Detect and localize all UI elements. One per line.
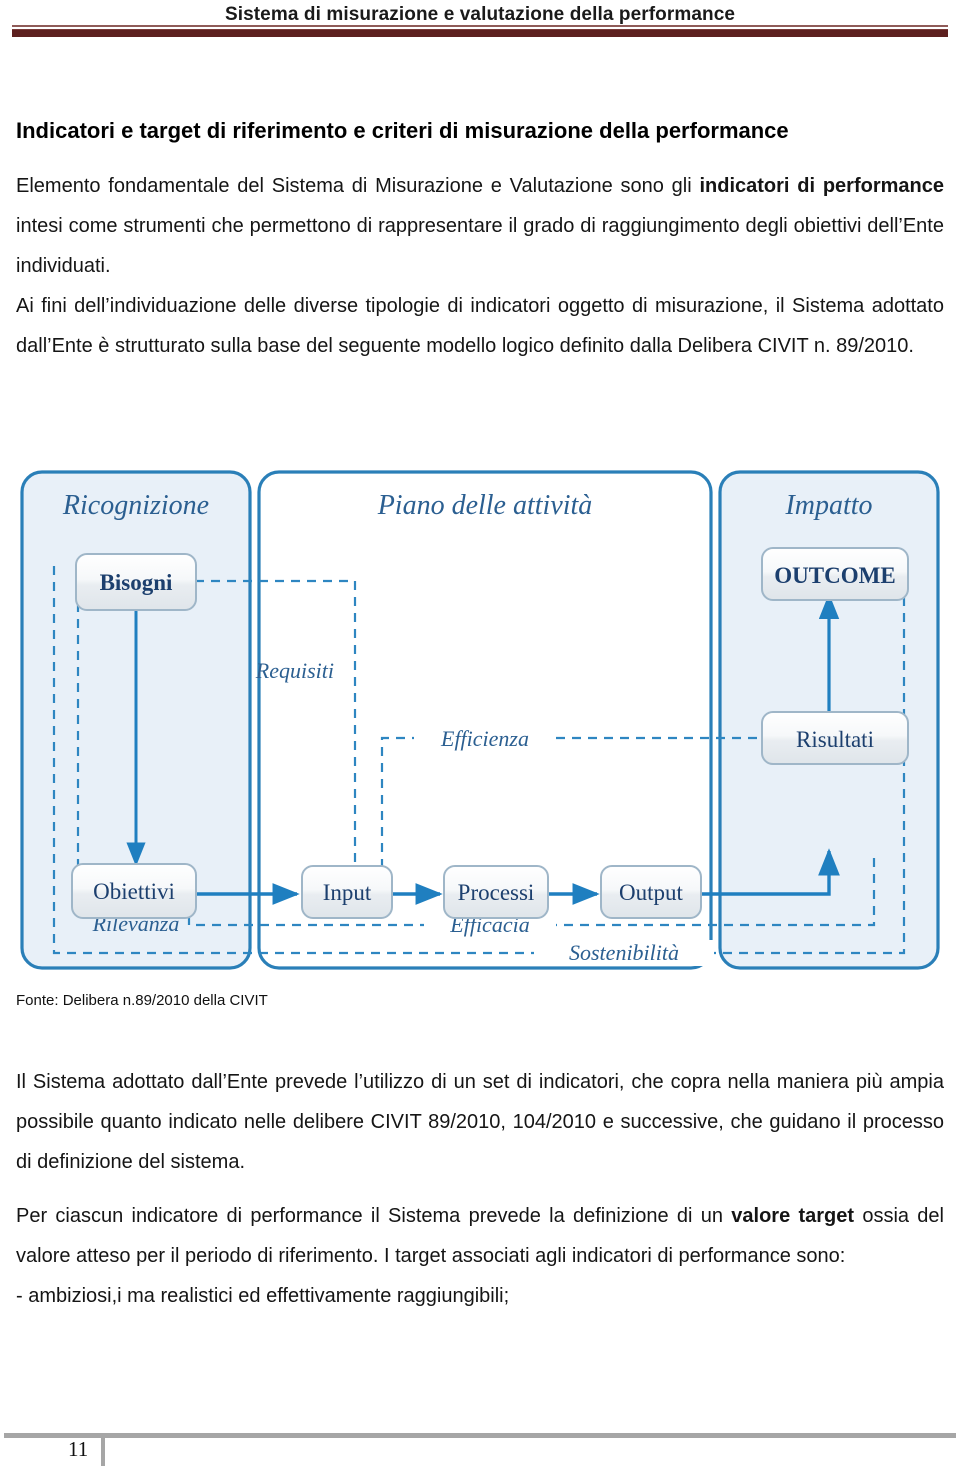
node-label-obiettivi: Obiettivi bbox=[93, 879, 175, 904]
paragraph-1-bold: indicatori di performance bbox=[699, 175, 944, 198]
panel-label-impatto: Impatto bbox=[784, 490, 872, 521]
paragraph-1: Elemento fondamentale del Sistema di Mis… bbox=[16, 166, 944, 286]
page-title: Indicatori e target di riferimento e cri… bbox=[16, 118, 789, 143]
footer-vertical-rule bbox=[101, 1433, 105, 1466]
paragraph-3: Il Sistema adottato dall’Ente prevede l’… bbox=[16, 1071, 944, 1173]
page-header: Sistema di misurazione e valutazione del… bbox=[0, 0, 960, 37]
figure-source-caption: Fonte: Delibera n.89/2010 della CIVIT bbox=[16, 992, 268, 1009]
bullet-item-1: - ambiziosi,i ma realistici ed effettiva… bbox=[16, 1285, 510, 1307]
node-label-risultati: Risultati bbox=[796, 727, 874, 752]
node-input[interactable]: Input bbox=[301, 865, 393, 919]
panel-label-ricognizione: Ricognizione bbox=[62, 490, 209, 521]
node-label-outcome: OUTCOME bbox=[774, 563, 895, 588]
paragraph-1-part-a: Elemento fondamentale del Sistema di Mis… bbox=[16, 175, 700, 198]
document-body-bottom: Il Sistema adottato dall’Ente prevede l’… bbox=[16, 1062, 944, 1316]
node-obiettivi[interactable]: Obiettivi bbox=[71, 863, 197, 919]
edge-label-sostenibilita: Sostenibilità bbox=[569, 940, 679, 965]
document-body-top: Indicatori e target di riferimento e cri… bbox=[16, 118, 944, 366]
panel-label-piano-attivita: Piano delle attività bbox=[377, 490, 593, 521]
paragraph-4-part-a: Per ciascun indicatore di performance il… bbox=[16, 1205, 732, 1227]
paragraph-1-part-b: intesi come strumenti che permettono di … bbox=[16, 215, 944, 278]
footer-rule bbox=[4, 1433, 956, 1438]
paragraph-2: Ai fini dell’individuazione delle divers… bbox=[16, 295, 944, 358]
header-rule-thin bbox=[12, 25, 948, 27]
node-label-processi: Processi bbox=[458, 880, 535, 905]
node-risultati[interactable]: Risultati bbox=[761, 711, 909, 765]
edge-label-efficienza-top: Efficienza bbox=[440, 726, 529, 751]
page-number: 11 bbox=[68, 1437, 89, 1461]
node-label-input: Input bbox=[323, 880, 372, 905]
paragraph-4-bold: valore target bbox=[731, 1205, 855, 1227]
edge-label-requisiti: Requisiti bbox=[255, 658, 334, 683]
node-label-output: Output bbox=[619, 880, 684, 905]
header-rule-thick bbox=[12, 29, 948, 37]
node-bisogni[interactable]: Bisogni bbox=[75, 553, 197, 611]
logic-model-diagram: Ricognizione Piano delle attività Impatt… bbox=[14, 466, 946, 974]
node-outcome[interactable]: OUTCOME bbox=[761, 547, 909, 601]
node-processi[interactable]: Processi bbox=[443, 865, 549, 919]
node-label-bisogni: Bisogni bbox=[100, 570, 173, 595]
paragraph-4: Per ciascun indicatore di performance il… bbox=[16, 1196, 944, 1276]
node-output[interactable]: Output bbox=[600, 865, 702, 919]
running-header-title: Sistema di misurazione e valutazione del… bbox=[224, 4, 736, 25]
